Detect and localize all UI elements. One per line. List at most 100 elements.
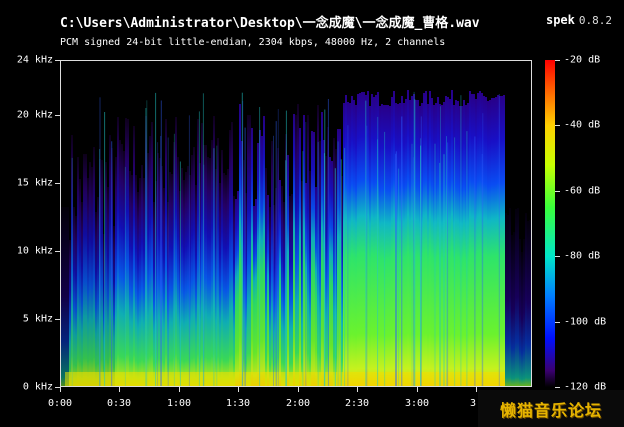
spectrum-column: [385, 105, 387, 386]
file-path-title: C:\Users\Administrator\Desktop\一念成魔\一念成魔…: [60, 16, 480, 31]
transient-streak: [179, 161, 181, 386]
spectrum-column: [197, 119, 199, 386]
spectrum-column: [251, 128, 253, 386]
colorbar-tick: [555, 256, 560, 257]
spectrum-column: [493, 98, 495, 386]
spectrum-column: [387, 105, 389, 386]
spectrum-column: [181, 168, 183, 386]
x-tick-label: 0:30: [106, 398, 132, 409]
spectrum-column: [139, 178, 141, 386]
spectrum-column: [79, 179, 81, 386]
spectrum-column: [379, 106, 381, 386]
transient-streak: [439, 162, 441, 386]
transient-streak: [334, 168, 336, 386]
spectrum-column: [239, 104, 241, 386]
spectrum-column: [113, 226, 115, 386]
transient-streak: [447, 142, 449, 386]
spectrum-column: [177, 157, 179, 386]
y-tick-label: 20 kHz: [16, 109, 53, 121]
spectrum-column: [129, 171, 131, 386]
spectrum-column: [149, 136, 151, 386]
spectrum-column: [73, 207, 75, 386]
spectrum-column: [201, 123, 203, 386]
spectrum-column: [271, 141, 273, 386]
spectrum-column: [311, 131, 313, 386]
spectrum-column: [441, 105, 443, 386]
y-tick-label: 0 kHz: [22, 381, 53, 393]
transient-streak: [259, 107, 261, 386]
spectrum-column: [375, 95, 377, 386]
colorbar-tick: [555, 60, 560, 61]
spectrum-column: [331, 161, 333, 386]
transient-streak: [305, 122, 307, 386]
file-info: PCM signed 24-bit little-endian, 2304 kb…: [60, 37, 446, 48]
spectrum-column: [89, 162, 91, 386]
spectrogram-svg: [61, 61, 531, 386]
x-tick: [238, 387, 239, 392]
y-tick-label: 5 kHz: [22, 313, 53, 325]
transient-streak: [198, 111, 200, 386]
spectrum-column: [503, 95, 505, 386]
transient-streak: [71, 157, 73, 386]
spectrum-column: [169, 172, 171, 386]
transient-streak: [213, 148, 215, 386]
spectrum-column: [495, 97, 497, 386]
spectrum-column: [141, 165, 143, 386]
x-tick: [298, 387, 299, 392]
colorbar-tick-label: -100 dB: [564, 316, 607, 328]
y-tick: [55, 115, 60, 116]
spectrum-column: [513, 232, 515, 386]
spectrum-column: [289, 196, 291, 386]
spectrum-column: [281, 186, 283, 386]
spectrum-column: [313, 132, 315, 386]
spectrum-column: [279, 180, 281, 386]
transient-streak: [216, 145, 218, 386]
spectrum-column: [87, 178, 89, 386]
spectrum-column: [321, 112, 323, 386]
spectrum-column: [293, 114, 295, 386]
x-tick-label: 1:30: [225, 398, 251, 409]
spectrum-column: [351, 96, 353, 386]
transient-streak: [302, 151, 304, 386]
spectrum-column: [497, 95, 499, 386]
spectrum-column: [69, 240, 71, 386]
transient-streak: [173, 133, 175, 386]
spectrum-column: [267, 195, 269, 386]
spectrum-column: [299, 128, 301, 386]
transient-streak: [111, 141, 113, 386]
transient-streak: [434, 143, 436, 386]
spectrum-column: [227, 169, 229, 386]
spectrum-column: [369, 106, 371, 386]
spectrum-column: [359, 93, 361, 386]
transient-streak: [443, 154, 445, 386]
transient-streak: [104, 112, 106, 386]
transient-streak: [420, 145, 422, 386]
spectrum-column: [237, 191, 239, 386]
spectrum-column: [501, 96, 503, 386]
colorbar-tick-label: -80 dB: [564, 250, 601, 262]
spectrum-column: [151, 122, 153, 386]
spectrum-column: [247, 115, 249, 386]
spectrum-column: [523, 239, 525, 386]
spectrum-column: [209, 158, 211, 386]
spectrum-column: [263, 116, 265, 386]
spectrum-column: [319, 141, 321, 386]
spectrum-column: [193, 147, 195, 386]
spectrum-column: [257, 143, 259, 386]
spectrum-column: [85, 154, 87, 386]
transient-streak: [344, 147, 346, 386]
spectrogram-plot[interactable]: [60, 60, 532, 387]
spectrum-column: [65, 207, 67, 386]
spectrum-column: [63, 207, 65, 386]
spectrum-column: [391, 97, 393, 386]
colorbar-tick-label: -60 dB: [564, 185, 601, 197]
spectrum-column: [315, 187, 317, 386]
spectrum-column: [287, 155, 289, 386]
spectrum-column: [219, 183, 221, 386]
spectrum-column: [469, 91, 471, 386]
y-tick: [55, 319, 60, 320]
transient-streak: [155, 92, 157, 386]
spectrum-column: [307, 115, 309, 386]
colorbar-tick-label: -40 dB: [564, 119, 601, 131]
spectrum-column: [427, 104, 429, 386]
